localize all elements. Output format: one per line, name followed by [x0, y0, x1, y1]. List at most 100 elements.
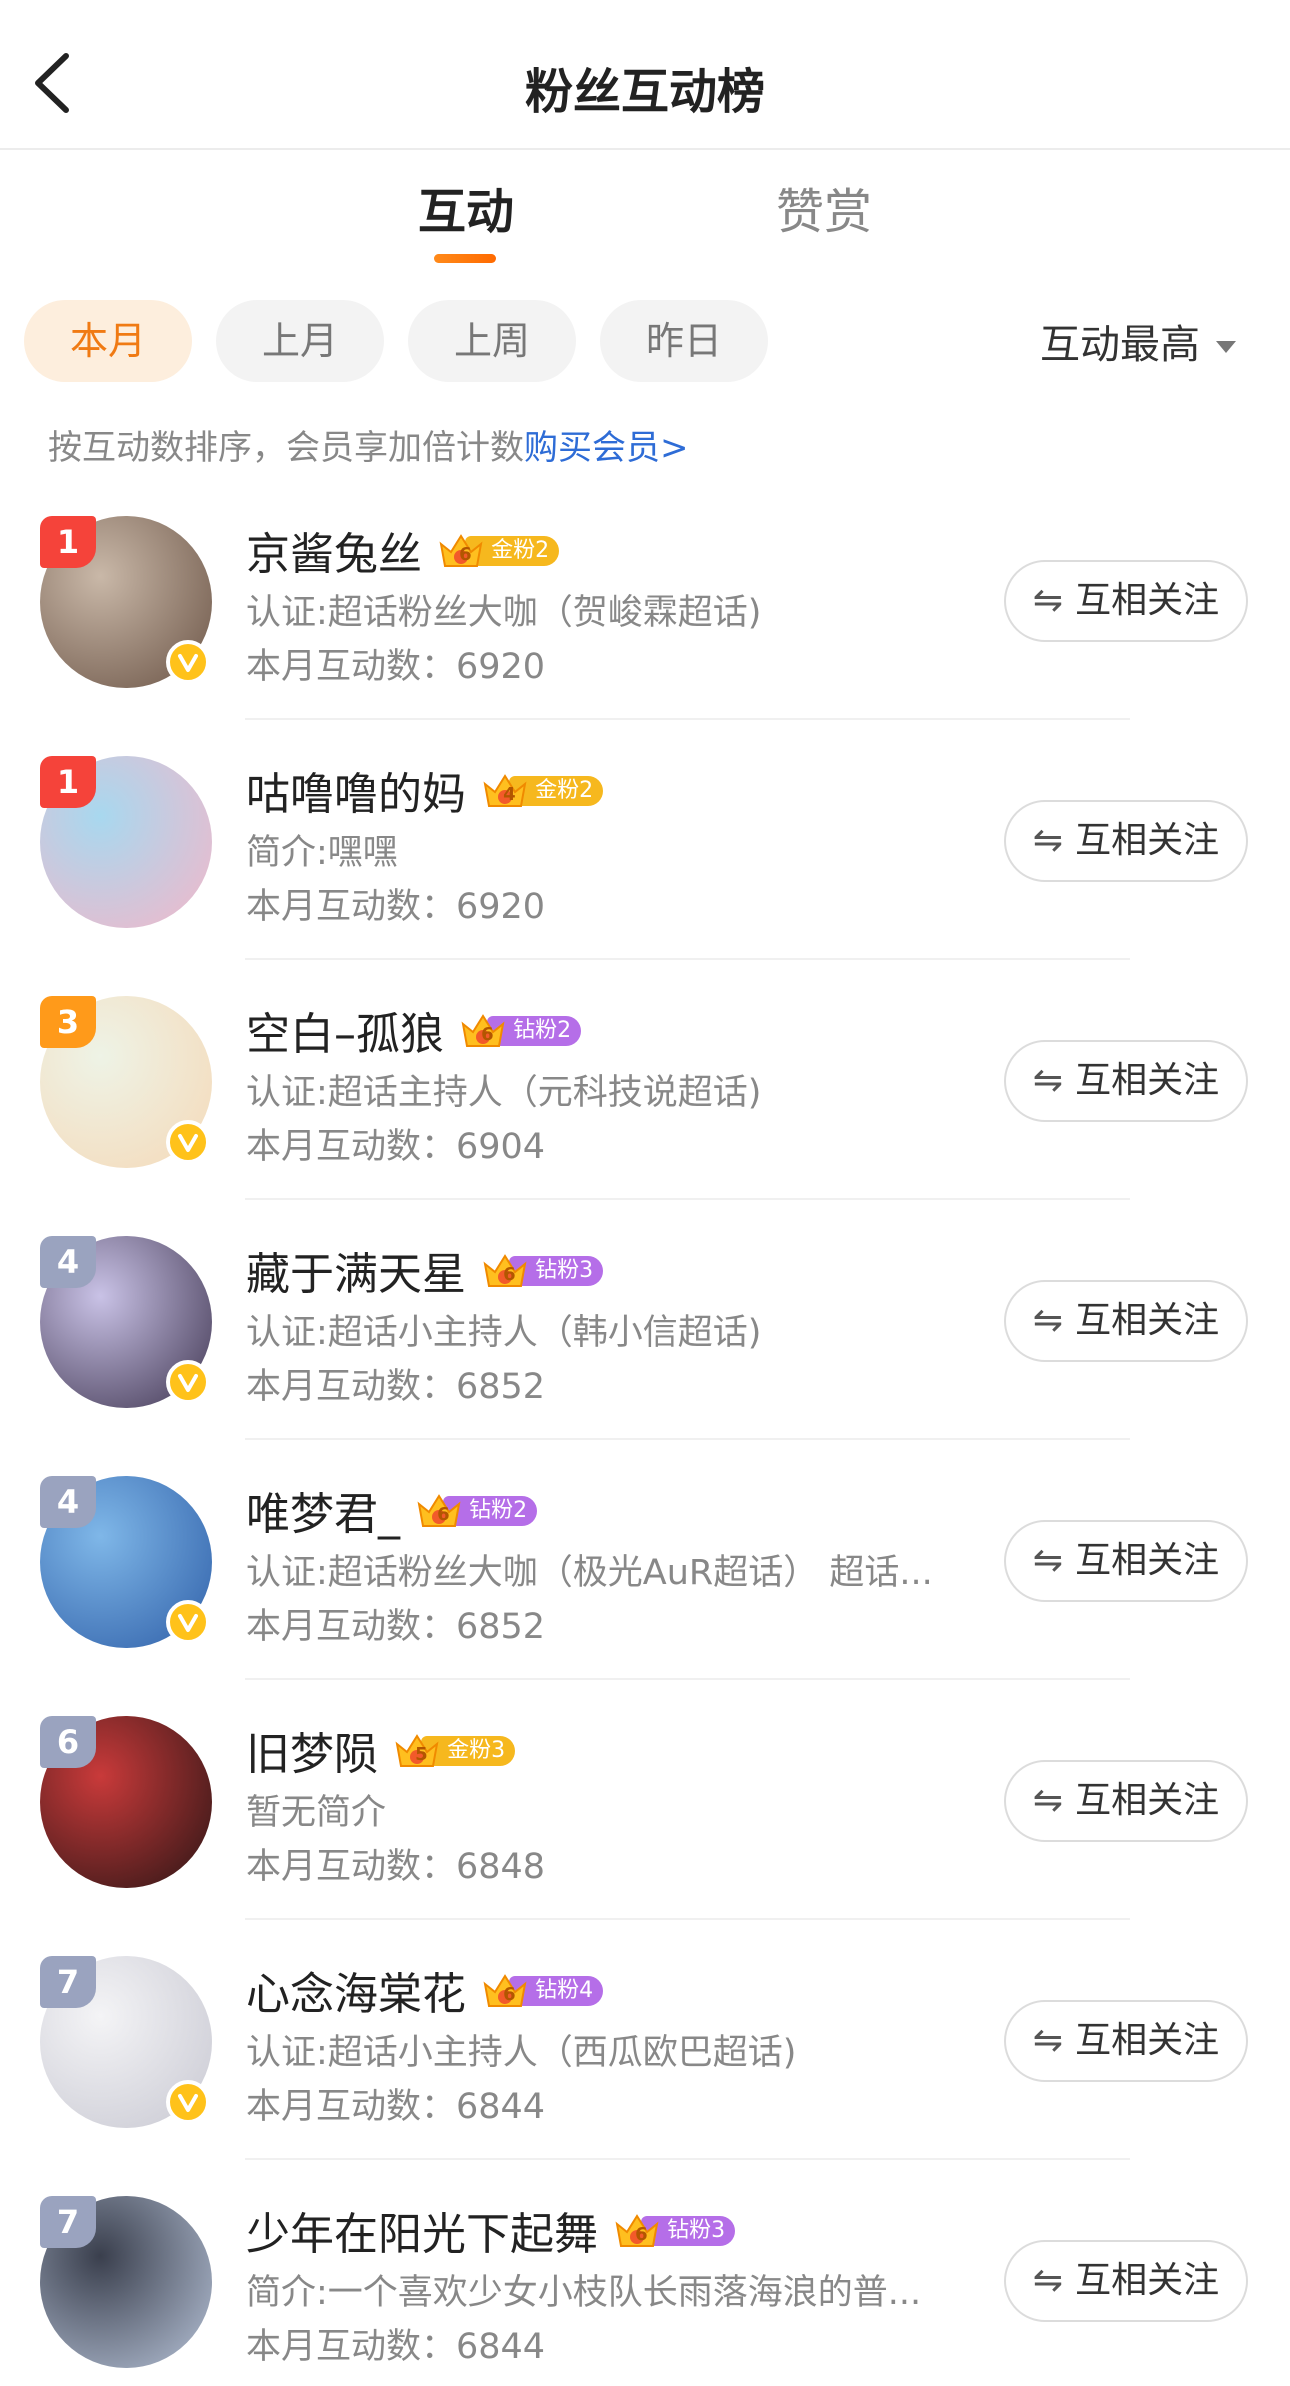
fan-level-badge: 金粉3 5	[393, 1730, 523, 1770]
rank-badge: 4	[40, 1236, 96, 1288]
mutual-follow-button[interactable]: ⇋ 互相关注	[1004, 1520, 1248, 1602]
mutual-arrows-icon: ⇋	[1032, 1060, 1064, 1101]
interaction-count: 本月互动数：6852	[246, 1367, 546, 1407]
fan-level-badge: 金粉2 4	[481, 770, 611, 810]
interaction-count: 本月互动数：6844	[246, 2327, 546, 2367]
fan-name[interactable]: 心念海棠花	[246, 1969, 466, 2020]
fan-name[interactable]: 藏于满天星	[246, 1249, 466, 1300]
avatar[interactable]: 1	[40, 756, 212, 928]
mutual-follow-button[interactable]: ⇋ 互相关注	[1004, 1040, 1248, 1122]
notice-text: 按互动数排序，会员享加倍计数	[48, 428, 524, 468]
avatar[interactable]: 6	[40, 1716, 212, 1888]
mutual-follow-button[interactable]: ⇋ 互相关注	[1004, 1760, 1248, 1842]
avatar[interactable]: 4	[40, 1236, 212, 1408]
filter-last-month[interactable]: 上月	[216, 300, 384, 382]
avatar[interactable]: 7	[40, 2196, 212, 2368]
fan-level-badge: 钻粉2 6	[415, 1490, 545, 1530]
fan-description: 认证:超话主持人（元科技说超话)	[246, 1073, 762, 1113]
fan-level-badge: 钻粉4 6	[481, 1970, 611, 2010]
verified-icon	[166, 640, 210, 684]
mutual-arrows-icon: ⇋	[1032, 1540, 1064, 1581]
interaction-count: 本月互动数：6848	[246, 1847, 546, 1887]
mutual-arrows-icon: ⇋	[1032, 2260, 1064, 2301]
fan-name[interactable]: 京酱兔丝	[246, 529, 422, 580]
fan-description: 认证:超话小主持人（西瓜欧巴超话)	[246, 2033, 797, 2073]
mutual-follow-button[interactable]: ⇋ 互相关注	[1004, 560, 1248, 642]
verified-icon	[166, 2080, 210, 2124]
mutual-follow-button[interactable]: ⇋ 互相关注	[1004, 1280, 1248, 1362]
buy-vip-link[interactable]: 购买会员>	[524, 428, 689, 468]
fan-row: 1 咕噜噜的妈 金粉2 4 简介:嘿嘿 本月互动数：6920 ⇋ 互相关注	[0, 720, 1290, 960]
name-line: 京酱兔丝 金粉2 6	[246, 518, 567, 582]
fan-name[interactable]: 空白–孤狼	[246, 1009, 444, 1060]
fan-name[interactable]: 旧梦陨	[246, 1729, 378, 1780]
tab-reward[interactable]: 赞赏	[776, 172, 872, 242]
fan-description: 认证:超话粉丝大咖（贺峻霖超话)	[246, 593, 762, 633]
badge-level: 6	[635, 2224, 648, 2245]
fan-row: 3 空白–孤狼 钻粉2 6 认证:超话主持人（元科技说超话) 本月互动数：690…	[0, 960, 1290, 1200]
fan-level-badge: 钻粉3 6	[481, 1250, 611, 1290]
rank-badge: 3	[40, 996, 96, 1048]
fan-description: 简介:嘿嘿	[246, 833, 398, 873]
name-line: 空白–孤狼 钻粉2 6	[246, 998, 589, 1062]
follow-label: 互相关注	[1075, 580, 1220, 621]
avatar[interactable]: 3	[40, 996, 212, 1168]
avatar[interactable]: 1	[40, 516, 212, 688]
mutual-follow-button[interactable]: ⇋ 互相关注	[1004, 2240, 1248, 2322]
follow-label: 互相关注	[1075, 2020, 1220, 2061]
interaction-count: 本月互动数：6904	[246, 1127, 546, 1167]
sort-label: 互动最高	[1040, 322, 1200, 368]
interaction-count: 本月互动数：6844	[246, 2087, 546, 2127]
interaction-count: 本月互动数：6920	[246, 887, 546, 927]
badge-level: 4	[503, 784, 516, 805]
fan-description: 认证:超话粉丝大咖（极光AuR超话） 超话...	[246, 1553, 933, 1593]
mutual-follow-button[interactable]: ⇋ 互相关注	[1004, 2000, 1248, 2082]
verified-icon	[166, 1120, 210, 1164]
fan-row: 7 少年在阳光下起舞 钻粉3 6 简介:一个喜欢少女小枝队长雨落海浪的普... …	[0, 2160, 1290, 2386]
filter-last-week[interactable]: 上周	[408, 300, 576, 382]
rank-badge: 7	[40, 2196, 96, 2248]
avatar[interactable]: 4	[40, 1476, 212, 1648]
follow-label: 互相关注	[1075, 1540, 1220, 1581]
rank-badge: 4	[40, 1476, 96, 1528]
follow-label: 互相关注	[1075, 1060, 1220, 1101]
badge-level: 6	[459, 544, 472, 565]
rank-badge: 7	[40, 1956, 96, 2008]
active-tab-indicator	[434, 254, 496, 263]
name-line: 咕噜噜的妈 金粉2 4	[246, 758, 611, 822]
fan-row: 1 京酱兔丝 金粉2 6 认证:超话粉丝大咖（贺峻霖超话) 本月互动数：6920…	[0, 480, 1290, 720]
verified-icon	[166, 1360, 210, 1404]
filter-this-month[interactable]: 本月	[24, 300, 192, 382]
badge-level: 5	[415, 1744, 428, 1765]
badge-level: 6	[437, 1504, 450, 1525]
fan-level-badge: 钻粉2 6	[459, 1010, 589, 1050]
badge-level: 6	[481, 1024, 494, 1045]
fan-name[interactable]: 唯梦君_	[246, 1489, 400, 1540]
avatar[interactable]: 7	[40, 1956, 212, 2128]
interaction-count: 本月互动数：6920	[246, 647, 546, 687]
fan-row: 7 心念海棠花 钻粉4 6 认证:超话小主持人（西瓜欧巴超话) 本月互动数：68…	[0, 1920, 1290, 2160]
mutual-arrows-icon: ⇋	[1032, 2020, 1064, 2061]
filter-yesterday[interactable]: 昨日	[600, 300, 768, 382]
follow-label: 互相关注	[1075, 2260, 1220, 2301]
fan-name[interactable]: 咕噜噜的妈	[246, 769, 466, 820]
sort-dropdown[interactable]: 互动最高	[1040, 312, 1236, 370]
tab-bar: 互动 赞赏	[0, 150, 1290, 280]
fan-row: 6 旧梦陨 金粉3 5 暂无简介 本月互动数：6848 ⇋ 互相关注	[0, 1680, 1290, 1920]
fan-description: 认证:超话小主持人（韩小信超话)	[246, 1313, 762, 1353]
mutual-follow-button[interactable]: ⇋ 互相关注	[1004, 800, 1248, 882]
mutual-arrows-icon: ⇋	[1032, 1780, 1064, 1821]
follow-label: 互相关注	[1075, 1780, 1220, 1821]
rank-badge: 6	[40, 1716, 96, 1768]
fan-name[interactable]: 少年在阳光下起舞	[246, 2209, 598, 2260]
fan-level-badge: 金粉2 6	[437, 530, 567, 570]
mutual-arrows-icon: ⇋	[1032, 580, 1064, 621]
name-line: 心念海棠花 钻粉4 6	[246, 1958, 611, 2022]
tab-interaction[interactable]: 互动	[418, 172, 514, 242]
follow-label: 互相关注	[1075, 820, 1220, 861]
fan-description: 暂无简介	[246, 1793, 387, 1833]
name-line: 旧梦陨 金粉3 5	[246, 1718, 523, 1782]
fan-row: 4 唯梦君_ 钻粉2 6 认证:超话粉丝大咖（极光AuR超话） 超话... 本月…	[0, 1440, 1290, 1680]
fan-description: 简介:一个喜欢少女小枝队长雨落海浪的普...	[246, 2273, 922, 2313]
badge-level: 6	[503, 1264, 516, 1285]
